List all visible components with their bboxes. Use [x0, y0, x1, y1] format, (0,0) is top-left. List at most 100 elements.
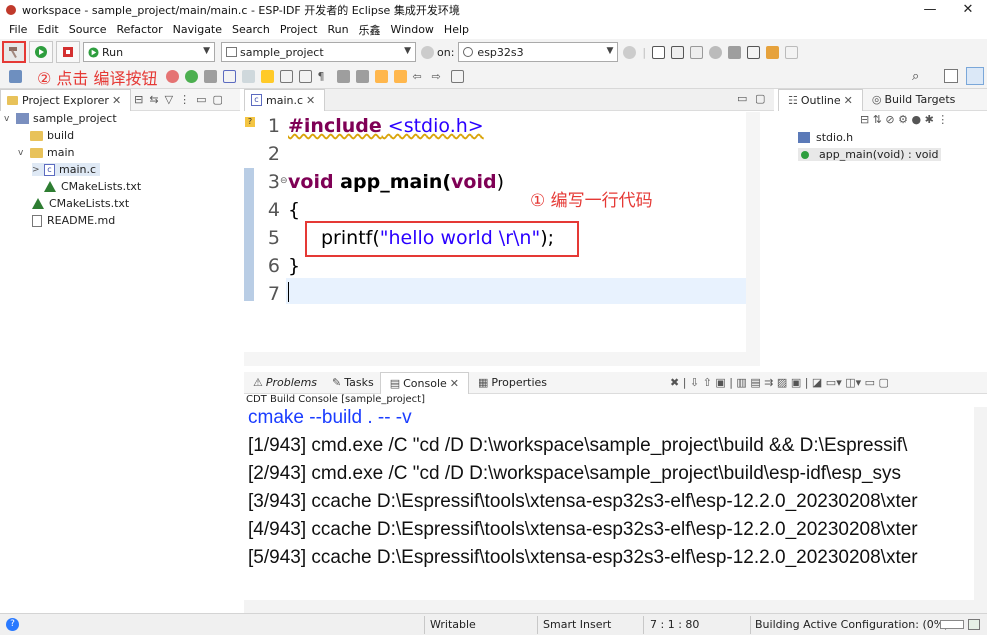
outline-toolbar[interactable]: ⊟ ⇅ ⊘ ⚙ ● ✱ ⋮ [860, 113, 948, 126]
chevron-down-icon: ▼ [404, 46, 411, 56]
tab-properties[interactable]: ▦ Properties [469, 372, 553, 394]
target-icon: ◎ [871, 93, 882, 106]
help-icon[interactable]: ? [6, 618, 19, 631]
fold-icon[interactable]: ⊖ [280, 176, 288, 186]
tree-item-build[interactable]: build [18, 129, 74, 142]
include-icon [798, 132, 810, 143]
tree-item-main[interactable]: v main [18, 146, 74, 159]
tab-main-c[interactable]: c main.c ✕ [244, 88, 326, 111]
tree-item-cmakelists-main[interactable]: CMakeLists.txt [44, 180, 141, 193]
c-file-icon: c [44, 163, 55, 176]
search-file-icon[interactable] [203, 70, 217, 83]
console-horizontal-scrollbar[interactable] [244, 600, 987, 613]
next-annotation-icon[interactable] [336, 70, 350, 83]
target-select[interactable]: esp32s3 ▼ [458, 42, 619, 62]
last-edit-icon[interactable] [374, 70, 388, 83]
tab-console[interactable]: ▤ Console ✕ [379, 371, 470, 394]
maximize-icon[interactable]: ▢ [212, 93, 222, 106]
show-whitespace-icon[interactable] [298, 70, 312, 83]
close-icon[interactable]: ✕ [450, 377, 459, 390]
run-last-icon[interactable] [184, 70, 198, 83]
terminal-icon[interactable] [222, 70, 236, 83]
gear-icon[interactable] [623, 45, 637, 59]
menu-edit[interactable]: Edit [32, 23, 63, 36]
tool-icon[interactable] [728, 45, 742, 59]
arrow-right-icon[interactable]: ⇨ [432, 70, 445, 83]
close-icon[interactable]: ✕ [844, 94, 853, 107]
filter-icon[interactable]: ▽ [165, 93, 173, 106]
menu-espressif[interactable]: 乐鑫 [354, 22, 386, 38]
maximize-icon[interactable]: ▢ [755, 92, 765, 105]
tree-item-cmakelists-root[interactable]: CMakeLists.txt [32, 197, 129, 210]
menu-window[interactable]: Window [386, 23, 439, 36]
new-window-icon[interactable] [450, 70, 464, 83]
menu-file[interactable]: File [4, 23, 32, 36]
code-line-6: } [288, 255, 301, 277]
tab-project-explorer[interactable]: Project Explorer ✕ [0, 88, 132, 111]
binary-icon[interactable] [747, 45, 761, 59]
menu-search[interactable]: Search [227, 23, 275, 36]
stop-button[interactable] [56, 41, 80, 63]
console-output[interactable]: cmake --build . -- -v [1/943] cmd.exe /C… [244, 407, 974, 600]
paragraph-icon[interactable]: ¶ [318, 70, 331, 83]
debug-config-icon[interactable] [709, 45, 723, 59]
outline-item-include[interactable]: stdio.h [798, 131, 853, 144]
code-highlight-box [305, 221, 579, 257]
minimize-icon[interactable]: ▭ [737, 92, 747, 105]
search-icon[interactable]: ⌕ [912, 69, 919, 84]
toggle-mark-icon[interactable] [241, 70, 255, 83]
progress-view-icon[interactable] [968, 619, 980, 630]
nav-icon[interactable] [785, 45, 799, 59]
tab-problems[interactable]: ⚠ Problems [244, 372, 323, 394]
close-button[interactable]: ✕ [949, 0, 987, 20]
menu-run[interactable]: Run [322, 23, 353, 36]
menu-refactor[interactable]: Refactor [112, 23, 168, 36]
chevron-down-icon: ▼ [203, 46, 210, 56]
close-icon[interactable]: ✕ [112, 94, 121, 107]
block-select-icon[interactable] [279, 70, 293, 83]
tab-build-targets[interactable]: ◎ Build Targets [863, 89, 961, 111]
build-button[interactable] [2, 41, 26, 63]
console-toolbar[interactable]: ✖ | ⇩ ⇧ ▣ | ▥ ▤ ⇉ ▨ ▣ | ◪ ▭▾ ◫▾ ▭ ▢ [670, 376, 889, 389]
tasks-icon: ✎ [332, 376, 342, 389]
menu-project[interactable]: Project [275, 23, 323, 36]
code-editor[interactable]: ? 1 2 3 4 5 6 7 ⊖ #include <stdio.h> voi… [244, 112, 746, 352]
task-icon[interactable] [766, 45, 780, 59]
save-icon[interactable] [671, 45, 685, 59]
open-perspective-icon[interactable] [944, 69, 958, 83]
menu-navigate[interactable]: Navigate [168, 23, 227, 36]
maximize-button[interactable] [913, 0, 949, 20]
console-vertical-scrollbar[interactable] [974, 407, 987, 600]
launch-mode-select[interactable]: Run ▼ [83, 42, 215, 62]
link-editor-icon[interactable]: ⇆ [149, 93, 158, 106]
progress-bar[interactable] [940, 620, 964, 629]
tab-outline[interactable]: ☷ Outline ✕ [778, 88, 863, 111]
function-icon [801, 150, 809, 159]
run-button[interactable] [29, 41, 53, 63]
launch-config-select[interactable]: sample_project ▼ [221, 42, 416, 62]
run-icon [35, 46, 47, 58]
tree-item-main-c[interactable]: > c main.c [32, 163, 101, 176]
tab-tasks[interactable]: ✎ Tasks [323, 372, 380, 394]
editor-horizontal-scrollbar[interactable] [244, 352, 760, 366]
menu-source[interactable]: Source [64, 23, 112, 36]
editor-vertical-scrollbar[interactable] [746, 112, 760, 352]
menu-help[interactable]: Help [439, 23, 474, 36]
highlight-icon[interactable] [260, 70, 274, 83]
new-file-icon[interactable] [652, 45, 666, 59]
minimize-icon[interactable]: ▭ [196, 93, 206, 106]
save-all-icon[interactable] [690, 45, 704, 59]
tree-item-readme[interactable]: README.md [32, 214, 115, 227]
outline-item-function[interactable]: app_main(void) : void [798, 148, 941, 161]
perspective-icon[interactable] [966, 67, 984, 85]
prev-annotation-icon[interactable] [355, 70, 369, 83]
collapse-all-icon[interactable]: ⊟ [134, 93, 143, 106]
back-icon[interactable] [393, 70, 407, 83]
gear-icon[interactable] [421, 45, 434, 59]
view-menu-icon[interactable]: ⋮ [179, 93, 190, 106]
debug-icon[interactable] [165, 70, 179, 83]
close-icon[interactable]: ✕ [306, 94, 315, 107]
arrow-left-icon[interactable]: ⇦ [413, 70, 426, 83]
tree-item-project[interactable]: v sample_project [4, 112, 117, 125]
new-project-icon[interactable] [9, 70, 22, 83]
